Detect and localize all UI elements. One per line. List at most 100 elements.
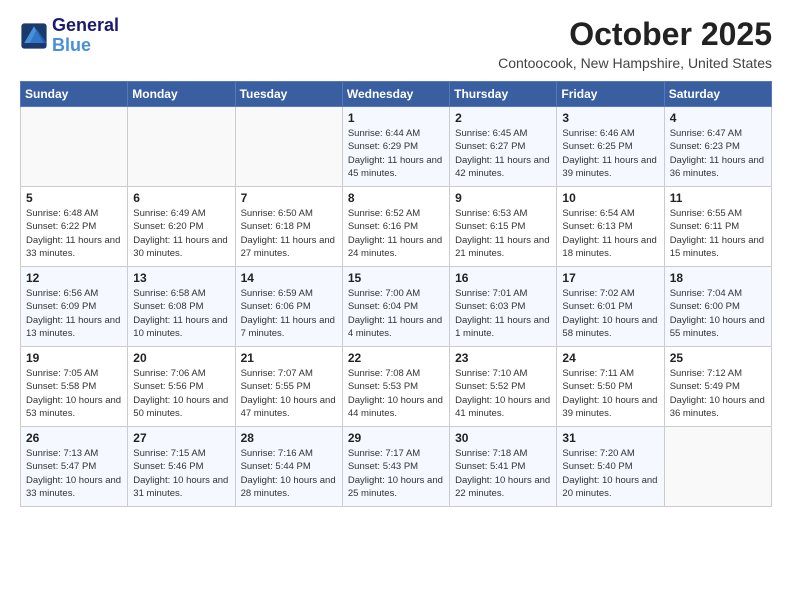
day-number: 18 <box>670 271 766 285</box>
day-info: Sunrise: 6:55 AM Sunset: 6:11 PM Dayligh… <box>670 207 766 260</box>
day-info: Sunrise: 6:45 AM Sunset: 6:27 PM Dayligh… <box>455 127 551 180</box>
day-number: 12 <box>26 271 122 285</box>
calendar-cell: 21 Sunrise: 7:07 AM Sunset: 5:55 PM Dayli… <box>235 347 342 427</box>
day-number: 28 <box>241 431 337 445</box>
calendar-cell: 2 Sunrise: 6:45 AM Sunset: 6:27 PM Daylig… <box>450 107 557 187</box>
day-number: 11 <box>670 191 766 205</box>
day-number: 2 <box>455 111 551 125</box>
calendar-cell <box>21 107 128 187</box>
calendar-week-2: 12 Sunrise: 6:56 AM Sunset: 6:09 PM Dayli… <box>21 267 772 347</box>
day-info: Sunrise: 7:06 AM Sunset: 5:56 PM Dayligh… <box>133 367 229 420</box>
day-info: Sunrise: 7:12 AM Sunset: 5:49 PM Dayligh… <box>670 367 766 420</box>
calendar-header-row: SundayMondayTuesdayWednesdayThursdayFrid… <box>21 82 772 107</box>
day-info: Sunrise: 7:07 AM Sunset: 5:55 PM Dayligh… <box>241 367 337 420</box>
day-number: 4 <box>670 111 766 125</box>
calendar-cell: 12 Sunrise: 6:56 AM Sunset: 6:09 PM Dayli… <box>21 267 128 347</box>
day-info: Sunrise: 6:54 AM Sunset: 6:13 PM Dayligh… <box>562 207 658 260</box>
title-block: October 2025 Contoocook, New Hampshire, … <box>498 16 772 71</box>
day-info: Sunrise: 6:56 AM Sunset: 6:09 PM Dayligh… <box>26 287 122 340</box>
calendar-cell: 31Sunrise: 7:20 AM Sunset: 5:40 PM Dayli… <box>557 427 664 507</box>
day-number: 3 <box>562 111 658 125</box>
day-info: Sunrise: 6:50 AM Sunset: 6:18 PM Dayligh… <box>241 207 337 260</box>
day-number: 20 <box>133 351 229 365</box>
day-info: Sunrise: 6:49 AM Sunset: 6:20 PM Dayligh… <box>133 207 229 260</box>
calendar-cell: 19 Sunrise: 7:05 AM Sunset: 5:58 PM Dayli… <box>21 347 128 427</box>
day-info: Sunrise: 6:59 AM Sunset: 6:06 PM Dayligh… <box>241 287 337 340</box>
calendar-cell: 1 Sunrise: 6:44 AM Sunset: 6:29 PM Daylig… <box>342 107 449 187</box>
day-header-friday: Friday <box>557 82 664 107</box>
calendar-cell: 18 Sunrise: 7:04 AM Sunset: 6:00 PM Dayli… <box>664 267 771 347</box>
day-header-saturday: Saturday <box>664 82 771 107</box>
calendar-cell: 8 Sunrise: 6:52 AM Sunset: 6:16 PM Daylig… <box>342 187 449 267</box>
day-info: Sunrise: 6:48 AM Sunset: 6:22 PM Dayligh… <box>26 207 122 260</box>
day-number: 17 <box>562 271 658 285</box>
day-number: 25 <box>670 351 766 365</box>
day-number: 24 <box>562 351 658 365</box>
day-number: 27 <box>133 431 229 445</box>
day-header-sunday: Sunday <box>21 82 128 107</box>
day-number: 8 <box>348 191 444 205</box>
day-info: Sunrise: 6:53 AM Sunset: 6:15 PM Dayligh… <box>455 207 551 260</box>
day-info: Sunrise: 6:44 AM Sunset: 6:29 PM Dayligh… <box>348 127 444 180</box>
calendar-cell: 20 Sunrise: 7:06 AM Sunset: 5:56 PM Dayli… <box>128 347 235 427</box>
calendar-cell <box>128 107 235 187</box>
calendar-cell: 4 Sunrise: 6:47 AM Sunset: 6:23 PM Daylig… <box>664 107 771 187</box>
calendar-cell <box>235 107 342 187</box>
calendar-table: SundayMondayTuesdayWednesdayThursdayFrid… <box>20 81 772 507</box>
day-header-tuesday: Tuesday <box>235 82 342 107</box>
day-info: Sunrise: 7:00 AM Sunset: 6:04 PM Dayligh… <box>348 287 444 340</box>
header: General Blue October 2025 Contoocook, Ne… <box>20 16 772 71</box>
day-info: Sunrise: 7:02 AM Sunset: 6:01 PM Dayligh… <box>562 287 658 340</box>
day-number: 14 <box>241 271 337 285</box>
calendar-week-1: 5 Sunrise: 6:48 AM Sunset: 6:22 PM Daylig… <box>21 187 772 267</box>
day-number: 26 <box>26 431 122 445</box>
day-number: 5 <box>26 191 122 205</box>
day-info: Sunrise: 6:52 AM Sunset: 6:16 PM Dayligh… <box>348 207 444 260</box>
day-info: Sunrise: 6:58 AM Sunset: 6:08 PM Dayligh… <box>133 287 229 340</box>
day-info: Sunrise: 7:20 AM Sunset: 5:40 PM Dayligh… <box>562 447 658 500</box>
day-header-wednesday: Wednesday <box>342 82 449 107</box>
calendar-cell: 6 Sunrise: 6:49 AM Sunset: 6:20 PM Daylig… <box>128 187 235 267</box>
calendar-cell: 29Sunrise: 7:17 AM Sunset: 5:43 PM Dayli… <box>342 427 449 507</box>
day-number: 16 <box>455 271 551 285</box>
day-number: 7 <box>241 191 337 205</box>
day-number: 10 <box>562 191 658 205</box>
month-title: October 2025 <box>498 16 772 53</box>
day-number: 6 <box>133 191 229 205</box>
day-number: 15 <box>348 271 444 285</box>
day-info: Sunrise: 7:15 AM Sunset: 5:46 PM Dayligh… <box>133 447 229 500</box>
calendar-cell: 5 Sunrise: 6:48 AM Sunset: 6:22 PM Daylig… <box>21 187 128 267</box>
calendar-cell: 27 Sunrise: 7:15 AM Sunset: 5:46 PM Dayli… <box>128 427 235 507</box>
day-number: 19 <box>26 351 122 365</box>
calendar-cell: 24Sunrise: 7:11 AM Sunset: 5:50 PM Dayli… <box>557 347 664 427</box>
day-number: 21 <box>241 351 337 365</box>
calendar-cell: 28 Sunrise: 7:16 AM Sunset: 5:44 PM Dayli… <box>235 427 342 507</box>
calendar-cell: 13 Sunrise: 6:58 AM Sunset: 6:08 PM Dayli… <box>128 267 235 347</box>
calendar-cell: 3 Sunrise: 6:46 AM Sunset: 6:25 PM Daylig… <box>557 107 664 187</box>
day-info: Sunrise: 7:10 AM Sunset: 5:52 PM Dayligh… <box>455 367 551 420</box>
calendar-cell: 16Sunrise: 7:01 AM Sunset: 6:03 PM Dayli… <box>450 267 557 347</box>
day-number: 1 <box>348 111 444 125</box>
day-info: Sunrise: 7:05 AM Sunset: 5:58 PM Dayligh… <box>26 367 122 420</box>
day-info: Sunrise: 7:13 AM Sunset: 5:47 PM Dayligh… <box>26 447 122 500</box>
page: General Blue October 2025 Contoocook, Ne… <box>0 0 792 523</box>
day-number: 30 <box>455 431 551 445</box>
day-info: Sunrise: 7:16 AM Sunset: 5:44 PM Dayligh… <box>241 447 337 500</box>
day-info: Sunrise: 7:08 AM Sunset: 5:53 PM Dayligh… <box>348 367 444 420</box>
calendar-cell: 26 Sunrise: 7:13 AM Sunset: 5:47 PM Dayli… <box>21 427 128 507</box>
calendar-cell: 30Sunrise: 7:18 AM Sunset: 5:41 PM Dayli… <box>450 427 557 507</box>
logo: General Blue <box>20 16 119 56</box>
day-info: Sunrise: 6:46 AM Sunset: 6:25 PM Dayligh… <box>562 127 658 180</box>
calendar-cell: 22Sunrise: 7:08 AM Sunset: 5:53 PM Dayli… <box>342 347 449 427</box>
day-info: Sunrise: 7:17 AM Sunset: 5:43 PM Dayligh… <box>348 447 444 500</box>
logo-icon <box>20 22 48 50</box>
day-info: Sunrise: 6:47 AM Sunset: 6:23 PM Dayligh… <box>670 127 766 180</box>
day-info: Sunrise: 7:04 AM Sunset: 6:00 PM Dayligh… <box>670 287 766 340</box>
calendar-week-4: 26 Sunrise: 7:13 AM Sunset: 5:47 PM Dayli… <box>21 427 772 507</box>
calendar-cell: 17 Sunrise: 7:02 AM Sunset: 6:01 PM Dayli… <box>557 267 664 347</box>
calendar-cell <box>664 427 771 507</box>
location: Contoocook, New Hampshire, United States <box>498 55 772 71</box>
calendar-cell: 7 Sunrise: 6:50 AM Sunset: 6:18 PM Daylig… <box>235 187 342 267</box>
day-number: 23 <box>455 351 551 365</box>
day-number: 13 <box>133 271 229 285</box>
